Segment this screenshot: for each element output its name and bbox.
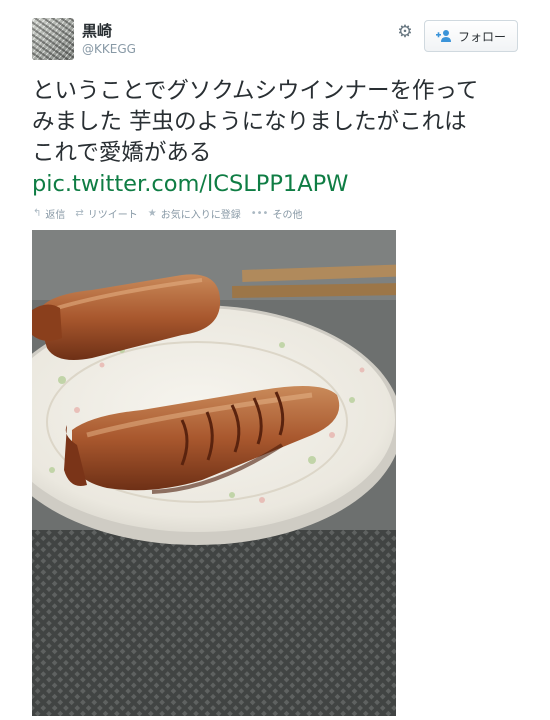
user-names[interactable]: 黒崎 @KKEGG: [82, 22, 136, 58]
retweet-icon: ⇄: [75, 207, 84, 219]
reply-action[interactable]: ↰ 返信: [33, 206, 65, 221]
retweet-label: リツイート: [87, 209, 138, 221]
tweet-line-2: みました 芋虫のようになりましたがこれは: [32, 109, 467, 135]
follow-label: フォロー: [457, 29, 506, 44]
avatar[interactable]: [32, 18, 74, 60]
tweet-line-3: これで愛嬌がある: [32, 140, 212, 166]
favorite-action[interactable]: ★ お気に入りに登録: [148, 206, 241, 221]
display-name[interactable]: 黒崎: [82, 22, 136, 40]
reply-icon: ↰: [33, 207, 42, 219]
tweet-photo[interactable]: [32, 230, 396, 716]
more-label: その他: [272, 209, 303, 221]
reply-label: 返信: [45, 209, 66, 221]
follow-person-icon: [435, 30, 451, 42]
retweet-action[interactable]: ⇄ リツイート: [75, 206, 137, 221]
tweet-media-link[interactable]: pic.twitter.com/lCSLPP1APW: [32, 171, 348, 197]
star-icon: ★: [147, 207, 157, 219]
tweet-line-1: ということでグソクムシウインナーを作って: [32, 78, 479, 104]
tweet-header: 黒崎 @KKEGG ⚙ フォロー: [32, 18, 522, 66]
more-action[interactable]: ••• その他: [251, 206, 303, 221]
gear-icon[interactable]: ⚙: [396, 23, 414, 41]
follow-button[interactable]: フォロー: [424, 20, 518, 52]
sausage-photo-illustration: [32, 230, 396, 716]
tweet-actions: ↰ 返信 ⇄ リツイート ★ お気に入りに登録 ••• その他: [33, 205, 302, 221]
screen-name[interactable]: @KKEGG: [82, 40, 136, 58]
tweet-text: ということでグソクムシウインナーを作って みました 芋虫のようになりましたがこれ…: [32, 76, 532, 200]
favorite-label: お気に入りに登録: [160, 209, 241, 221]
ellipsis-icon: •••: [250, 207, 269, 219]
